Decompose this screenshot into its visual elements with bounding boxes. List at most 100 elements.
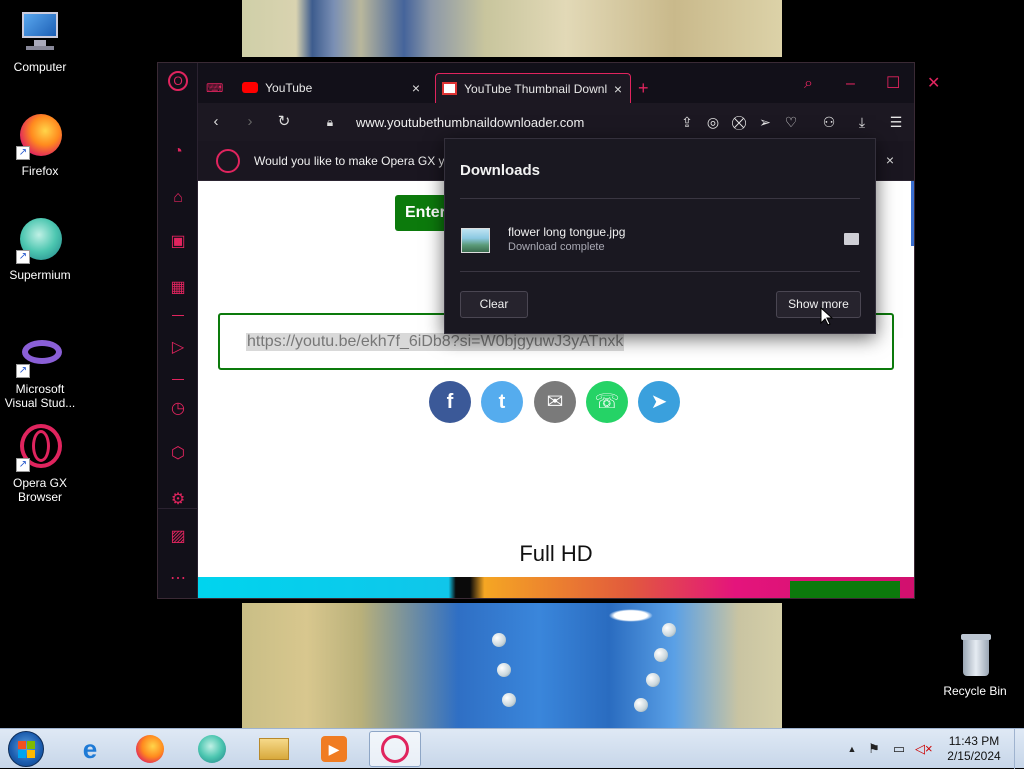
tab-bar: ⌨ YouTube × YouTube Thumbnail Downl × + … xyxy=(198,63,940,104)
mouse-cursor-icon xyxy=(820,307,834,326)
divider xyxy=(460,198,860,199)
clock-time: 11:43 PM xyxy=(948,734,1000,748)
scrollbar[interactable] xyxy=(911,181,914,246)
url-field[interactable]: www.youtubethumbnaildownloader.com xyxy=(356,115,584,130)
close-window-button[interactable]: ✕ xyxy=(927,69,947,99)
twitter-share-button[interactable]: t xyxy=(481,381,523,423)
pearl-decoration xyxy=(497,663,511,677)
more-icon[interactable]: ⋯ xyxy=(167,568,189,590)
show-desktop-button[interactable] xyxy=(1014,729,1024,769)
download-thumbnail-button[interactable] xyxy=(790,581,900,598)
gx-corner-icon[interactable]: ⌂ xyxy=(167,187,189,209)
desktop-icon-label: Microsoft Visual Stud... xyxy=(4,382,76,410)
pearl-decoration xyxy=(646,673,660,687)
shortcut-arrow-icon: ↗ xyxy=(16,458,30,472)
taskbar-opera-gx[interactable] xyxy=(369,731,421,767)
lock-icon[interactable]: 🔒︎ xyxy=(320,112,340,132)
supermium-icon: ↗ xyxy=(16,216,64,264)
email-share-button[interactable]: ✉ xyxy=(534,381,576,423)
downloads-popup: Downloads flower long tongue.jpg Downloa… xyxy=(444,138,876,334)
new-tab-button[interactable]: + xyxy=(638,73,658,103)
clear-button[interactable]: Clear xyxy=(460,291,528,318)
internet-explorer-icon[interactable]: e xyxy=(64,731,116,767)
forward-button[interactable]: › xyxy=(240,112,260,132)
taskbar-supermium[interactable] xyxy=(186,731,238,767)
pearl-decoration xyxy=(634,698,648,712)
close-prompt-icon[interactable]: × xyxy=(886,152,894,168)
facebook-share-button[interactable]: f xyxy=(429,381,471,423)
extensions-icon[interactable]: ⬡ xyxy=(167,443,189,465)
opera-menu-icon[interactable]: O xyxy=(168,71,188,91)
address-bar: ‹ › ↻ 🔒︎ www.youtubethumbnaildownloader.… xyxy=(198,103,914,141)
email-icon: ✉ xyxy=(546,391,564,413)
whatsapp-icon: ☏ xyxy=(594,391,620,413)
speed-dial-icon[interactable]: ◔ xyxy=(167,141,189,163)
clock[interactable]: 11:43 PM 2/15/2024 xyxy=(938,734,1010,764)
start-button[interactable] xyxy=(8,731,44,767)
action-center-flag-icon[interactable]: ⚑ xyxy=(866,741,882,757)
twitch-icon[interactable]: ▣ xyxy=(167,231,189,253)
gallery-icon[interactable]: ▨ xyxy=(167,526,189,548)
bookmark-heart-icon[interactable]: ♡ xyxy=(782,113,800,131)
image-thumbnail xyxy=(461,228,490,253)
tab-thumbnail-downloader[interactable]: YouTube Thumbnail Downl × xyxy=(435,73,631,104)
taskbar-firefox[interactable] xyxy=(124,731,176,767)
folder-icon[interactable] xyxy=(844,233,859,245)
facebook-icon: f xyxy=(446,391,454,413)
desktop-icon-label: Firefox xyxy=(21,164,59,178)
youtube-icon xyxy=(242,82,258,94)
opera-gx-icon: ↗ xyxy=(16,424,64,472)
share-icon[interactable]: ⇪ xyxy=(678,113,696,131)
player-icon[interactable]: ▷ xyxy=(167,337,189,359)
back-button[interactable]: ‹ xyxy=(206,112,226,132)
show-hidden-icons[interactable]: ▲ xyxy=(844,741,860,757)
telegram-share-button[interactable]: ➤ xyxy=(638,381,680,423)
taskbar-media-player[interactable]: ▶ xyxy=(308,731,360,767)
tab-label: YouTube xyxy=(265,81,313,95)
account-icon[interactable]: ⚇ xyxy=(820,113,838,131)
taskbar: e ▶ ▲ ⚑ ▭ ◁× 11:43 PM 2/15/2024 xyxy=(0,728,1024,769)
firefox-icon xyxy=(136,735,164,763)
pearl-decoration xyxy=(502,693,516,707)
shortcut-arrow-icon: ↗ xyxy=(16,364,30,378)
firefox-icon: ↗ xyxy=(16,112,64,160)
desktop-icon-opera-gx[interactable]: ↗ Opera GX Browser xyxy=(0,424,80,504)
easy-setup-icon[interactable]: ☰ xyxy=(887,113,905,131)
adblock-icon[interactable]: ⛒ xyxy=(730,113,748,131)
image-icon xyxy=(442,82,457,96)
desktop-icon-recycle-bin[interactable]: Recycle Bin xyxy=(935,632,1015,698)
tab-close-icon[interactable]: × xyxy=(609,74,622,104)
volume-muted-icon[interactable]: ◁× xyxy=(915,741,933,757)
gx-control-icon[interactable]: ▦ xyxy=(167,277,189,299)
reload-button[interactable]: ↻ xyxy=(274,112,294,132)
snapshot-icon[interactable]: ◎ xyxy=(704,113,722,131)
visual-studio-icon: ↗ xyxy=(16,330,64,378)
gx-sidebar: O ◔ ⌂ ▣ ▦ ▷ ◷ ⬡ ⚙ ▨ ⋯ xyxy=(158,63,198,598)
history-icon[interactable]: ◷ xyxy=(167,398,189,420)
desktop-icon-visual-studio[interactable]: ↗ Microsoft Visual Stud... xyxy=(0,330,80,410)
tab-close-icon[interactable]: × xyxy=(412,73,420,103)
video-url-value: https://youtu.be/ekh7f_6iDb8?si=W0bjgyuw… xyxy=(246,333,625,351)
clock-date: 2/15/2024 xyxy=(947,749,1001,763)
network-icon[interactable]: ▭ xyxy=(891,741,907,757)
maximize-button[interactable]: ☐ xyxy=(886,69,906,99)
download-status: Download complete xyxy=(508,241,605,253)
windows-logo-icon xyxy=(27,741,35,749)
prompt-text: Would you like to make Opera GX y xyxy=(254,154,445,168)
tab-youtube[interactable]: YouTube × xyxy=(242,73,428,103)
whatsapp-share-button[interactable]: ☏ xyxy=(586,381,628,423)
desktop-icon-computer[interactable]: Computer xyxy=(0,8,80,74)
desktop-icon-firefox[interactable]: ↗ Firefox xyxy=(0,112,80,178)
downloads-icon[interactable]: ⤓ xyxy=(853,113,871,131)
gx-games-icon[interactable]: ⌨ xyxy=(206,73,230,103)
taskbar-file-explorer[interactable] xyxy=(248,731,300,767)
send-icon[interactable]: ➢ xyxy=(756,113,774,131)
desktop-icon-label: Computer xyxy=(13,60,67,74)
show-more-button[interactable]: Show more xyxy=(776,291,861,318)
quality-heading: Full HD xyxy=(519,541,593,566)
desktop-icon-supermium[interactable]: ↗ Supermium xyxy=(0,216,80,282)
windows-logo-icon xyxy=(18,741,26,749)
twitter-icon: t xyxy=(498,391,506,413)
minimize-button[interactable]: – xyxy=(846,69,866,99)
search-icon[interactable]: ⌕ xyxy=(804,69,824,99)
